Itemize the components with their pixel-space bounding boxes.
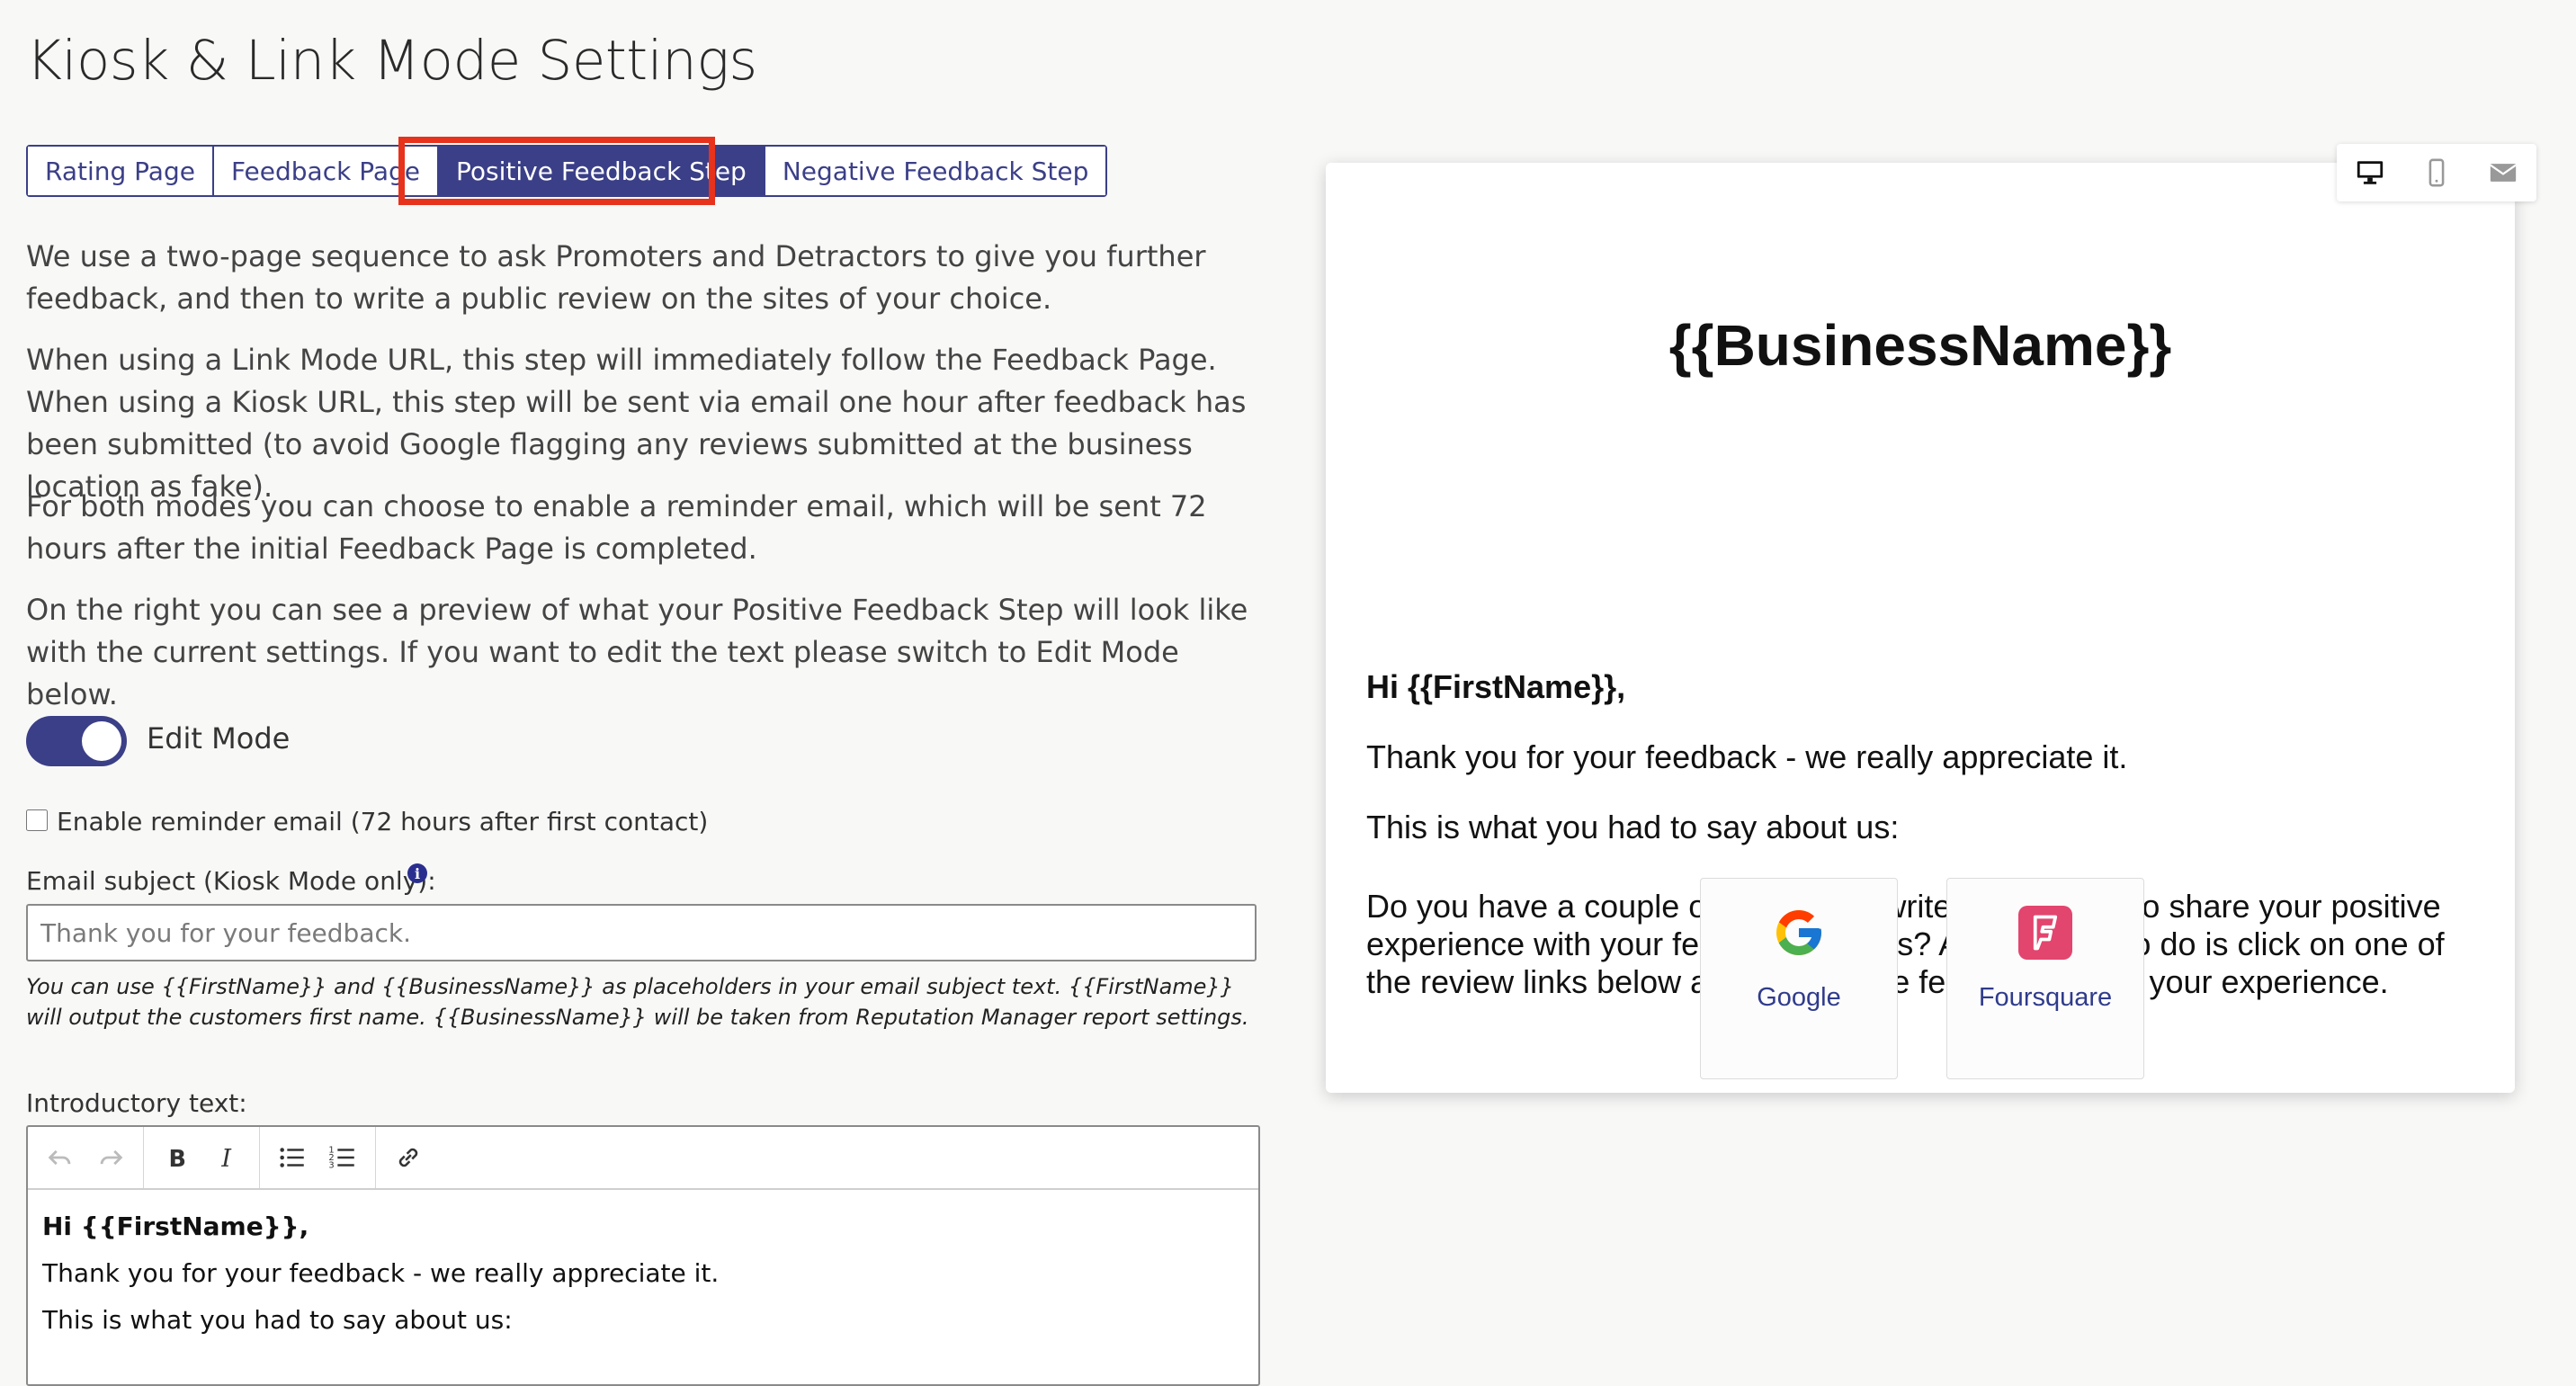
svg-text:I: I xyxy=(220,1145,232,1173)
italic-icon[interactable]: I xyxy=(201,1132,252,1183)
google-icon xyxy=(1776,910,1821,955)
preview-business-name: {{BusinessName}} xyxy=(1668,313,2172,378)
edit-mode-label: Edit Mode xyxy=(147,721,291,756)
email-subject-label: Email subject (Kiosk Mode only): xyxy=(26,866,436,896)
subject-help-text: You can use {{FirstName}} and {{Business… xyxy=(26,974,1249,1030)
preview-thanks: Thank you for your feedback - we really … xyxy=(1366,738,2128,775)
description-paragraph: On the right you can see a preview of wh… xyxy=(26,593,1248,711)
svg-text:B: B xyxy=(169,1146,186,1173)
reminder-label: Enable reminder email (72 hours after fi… xyxy=(57,807,709,836)
description-paragraph: For both modes you can choose to enable … xyxy=(26,489,1207,566)
foursquare-review-button[interactable]: Foursquare xyxy=(1946,878,2144,1079)
link-icon[interactable] xyxy=(383,1132,434,1183)
email-preview-card: {{BusinessName}} Hi {{FirstName}}, Thank… xyxy=(1326,163,2515,1093)
editor-line: Hi {{FirstName}}, xyxy=(42,1212,309,1241)
desktop-icon[interactable] xyxy=(2350,153,2390,192)
foursquare-label: Foursquare xyxy=(1978,983,2113,1012)
preview-ask: Do you have a couple of minutes to write… xyxy=(1366,888,2445,1000)
bold-icon[interactable]: B xyxy=(151,1132,201,1183)
editor-toolbar: B I 123 xyxy=(28,1127,1258,1190)
edit-mode-toggle[interactable] xyxy=(26,716,127,766)
google-review-button[interactable]: Google xyxy=(1700,878,1898,1079)
reminder-checkbox[interactable] xyxy=(26,809,48,831)
description-paragraph: We use a two-page sequence to ask Promot… xyxy=(26,239,1206,316)
mobile-icon[interactable] xyxy=(2417,153,2456,192)
email-icon[interactable] xyxy=(2483,153,2523,192)
preview-greeting: Hi {{FirstName}}, xyxy=(1366,668,1626,705)
description-paragraph: When using a Link Mode URL, this step wi… xyxy=(26,343,1247,504)
redo-icon[interactable] xyxy=(85,1132,136,1183)
email-subject-input[interactable] xyxy=(26,904,1257,961)
editor-content[interactable]: Hi {{FirstName}}, Thank you for your fee… xyxy=(28,1190,1258,1345)
tab-bar: Rating Page Feedback Page Positive Feedb… xyxy=(26,145,1108,197)
tab-feedback-page[interactable]: Feedback Page xyxy=(213,147,439,195)
foursquare-icon xyxy=(2018,906,2072,960)
introductory-text-label: Introductory text: xyxy=(26,1088,247,1118)
preview-said: This is what you had to say about us: xyxy=(1366,809,1900,845)
bullet-list-icon[interactable] xyxy=(267,1132,318,1183)
toggle-knob xyxy=(82,721,121,761)
tab-negative-feedback-step[interactable]: Negative Feedback Step xyxy=(765,147,1106,195)
undo-icon[interactable] xyxy=(35,1132,85,1183)
svg-text:3: 3 xyxy=(328,1160,334,1170)
google-label: Google xyxy=(1757,983,1841,1012)
info-icon[interactable]: i xyxy=(407,863,427,883)
tab-positive-feedback-step[interactable]: Positive Feedback Step xyxy=(439,147,765,195)
intro-text-editor: B I 123 Hi {{FirstName}}, Thank you for … xyxy=(26,1125,1260,1386)
numbered-list-icon[interactable]: 123 xyxy=(318,1132,368,1183)
tab-rating-page[interactable]: Rating Page xyxy=(28,147,214,195)
preview-device-switcher xyxy=(2337,144,2536,201)
page-title: Kiosk & Link Mode Settings xyxy=(26,29,757,93)
editor-line: This is what you had to say about us: xyxy=(42,1305,513,1335)
editor-line: Thank you for your feedback - we really … xyxy=(42,1258,720,1288)
